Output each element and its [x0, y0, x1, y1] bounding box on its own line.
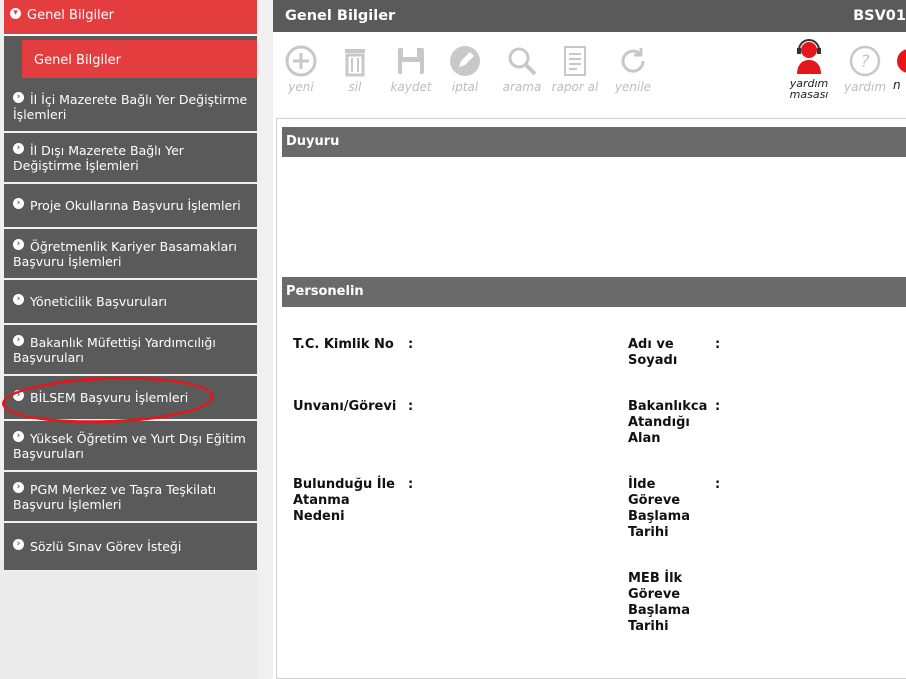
- name-colon: :: [715, 337, 721, 352]
- ministry-colon: :: [715, 399, 721, 414]
- sidebar-item-yoneticilik[interactable]: › Yöneticilik Başvuruları: [4, 280, 257, 325]
- save-button[interactable]: kaydet: [383, 44, 439, 94]
- chevron-right-icon: ›: [13, 430, 24, 442]
- sidebar-item-pgm[interactable]: › PGM Merkez ve Taşra Teşkilatı Başvuru İş…: [4, 472, 257, 523]
- svg-text:?: ?: [860, 52, 869, 72]
- help-button[interactable]: ? yardım: [837, 44, 893, 94]
- start-date-colon: :: [715, 477, 721, 492]
- reason-colon: :: [408, 477, 414, 492]
- report-button[interactable]: rapor al: [547, 44, 603, 94]
- meb-start-date-label: MEB İlk Göreve Başlama Tarihi: [628, 571, 690, 634]
- search-icon: [508, 47, 537, 76]
- menu-group-genel-bilgiler[interactable]: ▾ Genel Bilgiler: [4, 0, 257, 36]
- personnel-header: Personelin: [282, 277, 906, 307]
- chevron-down-icon: ▾: [10, 8, 21, 19]
- helpdesk-button[interactable]: yardım masası: [781, 38, 837, 100]
- trash-icon: [345, 49, 365, 77]
- announcement-header: Duyuru: [282, 127, 906, 157]
- sidebar-background-pattern: [0, 560, 258, 679]
- chevron-right-icon: ›: [13, 91, 24, 103]
- reason-label: Bulunduğu İle Atanma Nedeni: [293, 477, 395, 524]
- tc-label: T.C. Kimlik No: [293, 337, 394, 352]
- chevron-right-icon: ›: [13, 334, 24, 346]
- refresh-button[interactable]: yenile: [605, 44, 661, 94]
- sidebar-menu: ▾ Genel Bilgiler Genel Bilgiler › İl İçi M…: [4, 0, 257, 572]
- headset-person-icon: [797, 39, 821, 74]
- delete-button[interactable]: sil: [327, 44, 383, 94]
- chevron-right-icon: ›: [13, 238, 24, 250]
- title-colon: :: [408, 399, 414, 414]
- red-circle-icon: [897, 49, 906, 73]
- title-label: Unvanı/Görevi: [293, 399, 397, 414]
- toolbar: yeni sil kaydet iptal arama rapor al yen…: [273, 32, 906, 104]
- menu-group-label: Genel Bilgiler: [27, 8, 115, 23]
- search-button[interactable]: arama: [494, 44, 550, 94]
- chevron-right-icon: ›: [13, 481, 24, 493]
- sidebar-item-mufettis[interactable]: › Bakanlık Müfettişi Yardımcılığı Başvurul…: [4, 325, 257, 376]
- ministry-field-label: Bakanlıkca Atandığı Alan: [628, 399, 708, 446]
- sidebar-item-sozlu-sinav[interactable]: › Sözlü Sınav Görev İsteği: [4, 523, 257, 572]
- submenu: Genel Bilgiler: [4, 36, 257, 82]
- sidebar-item-proje-okullari[interactable]: › Proje Okullarına Başvuru İşlemleri: [4, 184, 257, 229]
- sidebar-item-il-ici[interactable]: › İl İçi Mazerete Bağlı Yer Değiştirme İşl…: [4, 82, 257, 133]
- start-date-label: İlde Göreve Başlama Tarihi: [628, 477, 690, 540]
- chevron-right-icon: ›: [13, 539, 24, 550]
- sidebar-item-yuksek-ogretim[interactable]: › Yüksek Öğretim ve Yurt Dışı Eğitim Başvu…: [4, 421, 257, 472]
- title-bar: Genel Bilgiler BSV01: [273, 0, 906, 32]
- pencil-circle-icon: [450, 46, 480, 76]
- sidebar-item-il-disi[interactable]: › İl Dışı Mazerete Bağlı Yer Değiştirme İş…: [4, 133, 257, 184]
- content-area: Duyuru Personelin T.C. Kimlik No : Adı v…: [276, 118, 906, 679]
- form-code: BSV01: [853, 8, 906, 24]
- floppy-disk-icon: [398, 48, 424, 74]
- sidebar: ▾ Genel Bilgiler Genel Bilgiler › İl İçi M…: [0, 0, 258, 679]
- cancel-button[interactable]: iptal: [437, 44, 493, 94]
- report-document-icon: [564, 46, 586, 76]
- page-title: Genel Bilgiler: [285, 8, 396, 24]
- refresh-icon: [621, 48, 645, 73]
- extra-button[interactable]: n: [893, 44, 906, 92]
- name-label: Adı ve Soyadı: [628, 337, 678, 368]
- chevron-right-icon: ›: [13, 294, 24, 305]
- tc-colon: :: [408, 337, 414, 352]
- main-panel: Genel Bilgiler BSV01 yeni sil kaydet ipt…: [273, 0, 906, 679]
- chevron-right-icon: ›: [13, 198, 24, 209]
- submenu-item-genel-bilgiler[interactable]: Genel Bilgiler: [22, 40, 257, 78]
- question-circle-icon: ?: [849, 45, 881, 77]
- chevron-right-icon: ›: [13, 142, 24, 154]
- new-button[interactable]: yeni: [273, 44, 329, 94]
- plus-circle-icon: [285, 45, 317, 77]
- sidebar-item-kariyer-basamaklari[interactable]: › Öğretmenlik Kariyer Basamakları Başvuru …: [4, 229, 257, 280]
